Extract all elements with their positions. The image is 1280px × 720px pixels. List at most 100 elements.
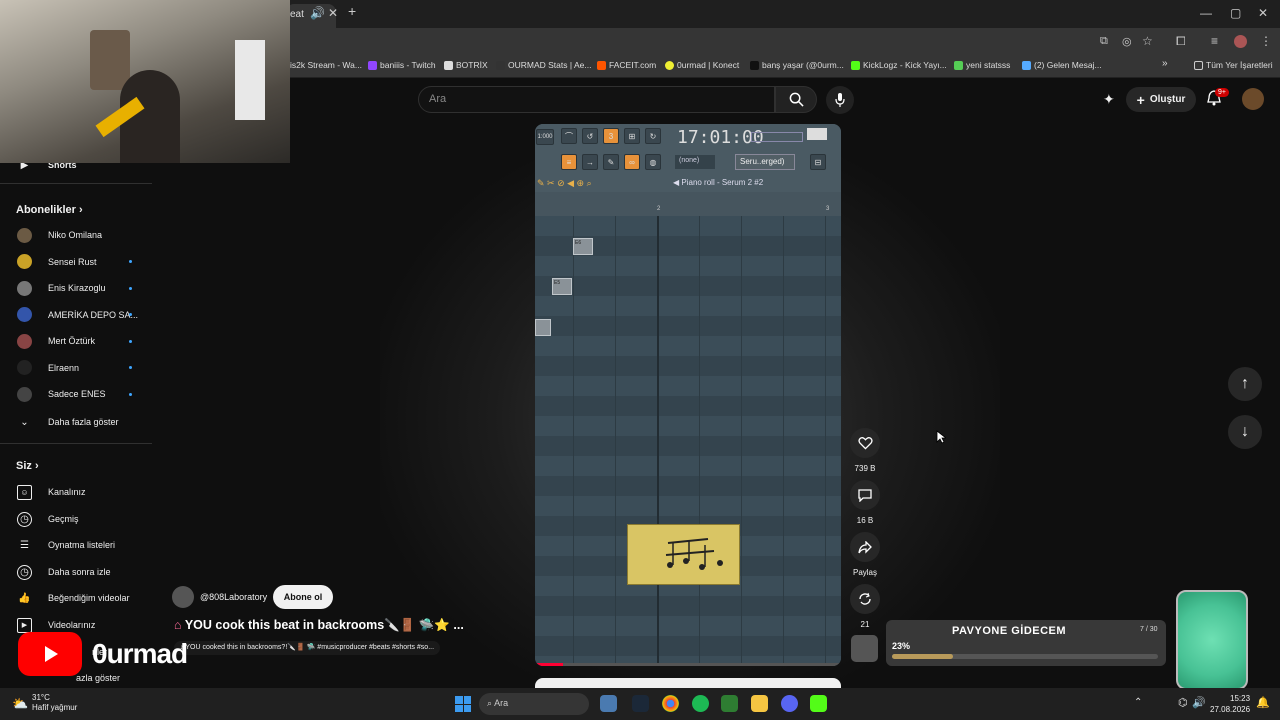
- short-title[interactable]: ⌂ YOU cook this beat in backrooms🔪🚪 🛸⭐ .…: [174, 618, 464, 633]
- sidebar-item-playlists[interactable]: ☰ Oynatma listeleri: [0, 532, 152, 558]
- sidebar-item-history[interactable]: ◷ Geçmiş: [0, 506, 152, 532]
- heart-icon[interactable]: [850, 428, 880, 458]
- remix-icon[interactable]: [850, 584, 880, 614]
- taskbar-app-icon[interactable]: [721, 695, 738, 712]
- channel-name[interactable]: @808Laboratory: [200, 592, 267, 602]
- bookmark-item[interactable]: baniiis - Twitch: [368, 60, 436, 70]
- bookmark-item[interactable]: is2k Stream - Wa...: [290, 60, 362, 70]
- taskbar-app-icon[interactable]: [600, 695, 617, 712]
- sidebar-item-subscription[interactable]: Sadece ENES: [0, 381, 152, 407]
- cast-icon[interactable]: ✦: [1103, 91, 1115, 108]
- bookmark-item[interactable]: yeni statsss: [954, 60, 1010, 70]
- subscription-name: Elraenn: [48, 362, 80, 373]
- like-action[interactable]: 739 B: [850, 428, 880, 473]
- subscription-name: Enis Kirazoglu: [48, 283, 106, 293]
- sound-thumbnail[interactable]: [851, 635, 878, 662]
- clock-icon: ◷: [17, 564, 32, 580]
- sidebar-item-subscription[interactable]: Sensei Rust: [0, 249, 152, 275]
- next-short-button[interactable]: ↓: [1228, 415, 1262, 449]
- notification-center-icon[interactable]: 🔔: [1256, 696, 1270, 709]
- sidebar-item-subscription[interactable]: AMERİKA DEPO SA...: [0, 302, 152, 328]
- subscribe-button[interactable]: Abone ol: [273, 585, 333, 609]
- extensions-icon[interactable]: ⧠: [1176, 34, 1186, 49]
- subscriptions-header[interactable]: Abonelikler ›: [16, 204, 83, 216]
- remix-action[interactable]: 21: [850, 584, 880, 629]
- cast-icon[interactable]: ⧉: [1100, 35, 1108, 48]
- sidebar-item-subscription[interactable]: Mert Öztürk: [0, 328, 152, 354]
- steam-icon[interactable]: [632, 695, 649, 712]
- channel-avatar[interactable]: [172, 586, 194, 608]
- file-explorer-icon[interactable]: [751, 695, 768, 712]
- bookmark-item[interactable]: OURMAD Stats | Ae...: [496, 60, 591, 70]
- volume-icon[interactable]: 🔊: [1192, 696, 1206, 709]
- search-icon: ⌕: [487, 698, 493, 708]
- reading-list-icon[interactable]: ≡: [1211, 34, 1218, 48]
- tray-chevron-icon[interactable]: ⌃: [1134, 697, 1142, 708]
- tab-audio-icon[interactable]: 🔊: [310, 6, 325, 20]
- previous-short-button[interactable]: ↑: [1228, 367, 1262, 401]
- subscription-name: Sensei Rust: [48, 256, 97, 267]
- bookmark-item[interactable]: 0urmad | Konect: [665, 60, 739, 70]
- video-progress-bar[interactable]: [535, 663, 841, 666]
- spotify-icon[interactable]: [692, 695, 709, 712]
- user-avatar[interactable]: [1242, 88, 1264, 110]
- profile-avatar[interactable]: [1234, 35, 1247, 48]
- menu-icon[interactable]: ⋮: [1260, 34, 1272, 48]
- window-close-icon[interactable]: ✕: [1258, 6, 1268, 20]
- you-header[interactable]: Siz ›: [16, 460, 39, 472]
- sidebar-item-subscription[interactable]: Niko Omilana: [0, 222, 152, 248]
- piano-roll-note: E5: [552, 278, 572, 295]
- sidebar-item-watch-later[interactable]: ◷ Daha sonra izle: [0, 559, 152, 585]
- shorts-video-player[interactable]: 1:000 ⌒ ↺ 3 ⊞ ↻ 17:01:00 ≡ → ✎ ∞ ◍ (none…: [535, 124, 841, 666]
- chrome-icon[interactable]: [662, 695, 679, 712]
- sound-link[interactable]: ♪ YOU cooked this in backrooms?!🔪🚪 🛸 #mu…: [174, 641, 441, 655]
- sidebar-item-liked-videos[interactable]: 👍 Beğendiğim videolar: [0, 585, 152, 611]
- weather-icon[interactable]: ⛅: [12, 696, 28, 712]
- channel-avatar: [17, 227, 32, 243]
- sidebar-item-subscription[interactable]: Elraenn: [0, 355, 152, 381]
- system-clock[interactable]: 15:23 27.08.2026: [1210, 693, 1250, 715]
- bookmark-item[interactable]: KickLogz - Kick Yayı...: [851, 60, 947, 70]
- search-input[interactable]: Ara: [418, 86, 775, 113]
- webcam-wall-art: [90, 30, 130, 90]
- search-button[interactable]: [775, 86, 817, 113]
- tab-close-icon[interactable]: ✕: [328, 6, 338, 20]
- daw-toolbar: 1:000 ⌒ ↺ 3 ⊞ ↻ 17:01:00 ≡ → ✎ ∞ ◍ (none…: [535, 124, 841, 192]
- chevron-right-icon: ›: [34, 460, 39, 472]
- discord-icon[interactable]: [781, 695, 798, 712]
- voice-search-button[interactable]: [826, 86, 854, 114]
- comments-action[interactable]: 16 B: [850, 480, 880, 525]
- share-icon[interactable]: [850, 532, 880, 562]
- mic-icon: [835, 93, 845, 107]
- star-icon[interactable]: ☆: [1142, 34, 1153, 48]
- weather-widget[interactable]: 31°C Hafif yağmur: [32, 693, 77, 713]
- channel-avatar: [17, 307, 32, 322]
- comment-icon[interactable]: [850, 480, 880, 510]
- sidebar-show-more[interactable]: ⌄ Daha fazla göster: [0, 409, 152, 435]
- maximize-icon[interactable]: ▢: [1230, 6, 1241, 20]
- goal-widget: PAVYONE GİDECEM 23% 7 / 30: [886, 620, 1166, 666]
- all-bookmarks[interactable]: Tüm Yer İşaretleri: [1194, 60, 1273, 70]
- share-action[interactable]: Paylaş: [850, 532, 880, 577]
- new-tab-button[interactable]: +: [348, 3, 356, 19]
- minimize-icon[interactable]: —: [1200, 6, 1212, 20]
- sidebar-item-your-channel[interactable]: ☺ Kanalınız: [0, 479, 152, 505]
- start-button[interactable]: [455, 696, 471, 712]
- daw-tools-icons: ✎ ✂ ⊘ ◀ ⊕ ⌕: [537, 178, 592, 188]
- bookmark-item[interactable]: banş yaşar (@0urm...: [750, 60, 844, 70]
- bookmark-item[interactable]: FACEIT.com: [597, 60, 656, 70]
- create-button[interactable]: + Oluştur: [1126, 87, 1196, 112]
- network-icon[interactable]: ⌬: [1178, 696, 1188, 709]
- video-icon: ▶: [17, 617, 32, 633]
- new-content-dot: [129, 366, 132, 369]
- eye-off-icon[interactable]: ◎: [1122, 35, 1132, 48]
- bookmark-item[interactable]: BOTRİX: [444, 60, 488, 70]
- plus-icon: +: [1136, 91, 1145, 108]
- sidebar-item-subscription[interactable]: Enis Kirazoglu: [0, 275, 152, 301]
- taskbar-app-icon[interactable]: [810, 695, 827, 712]
- bookmarks-overflow-icon[interactable]: »: [1162, 58, 1168, 69]
- bookmark-item[interactable]: (2) Gelen Mesaj...: [1022, 60, 1102, 70]
- channel-info[interactable]: @808Laboratory: [172, 586, 267, 608]
- taskbar-search[interactable]: ⌕ Ara: [479, 693, 589, 715]
- next-short-preview[interactable]: [535, 678, 841, 688]
